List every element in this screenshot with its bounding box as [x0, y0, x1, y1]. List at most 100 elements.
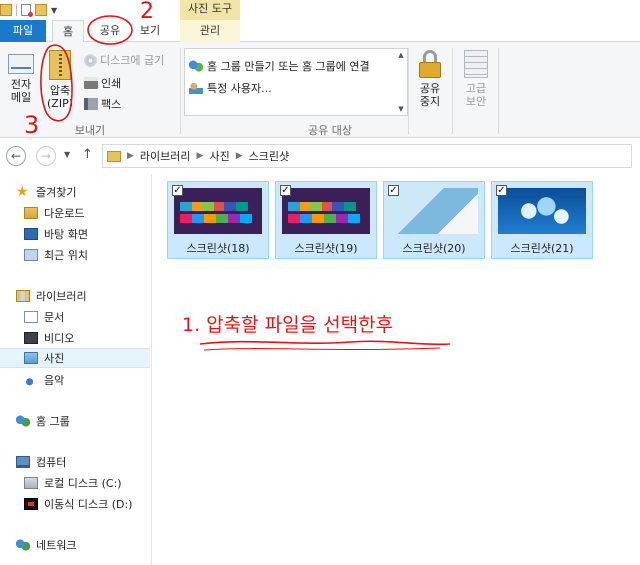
nav-label: 비디오 [44, 332, 75, 345]
zip-label-line2: (ZIP) [47, 97, 73, 110]
tab-manage[interactable]: 관리 [180, 20, 240, 42]
downloads-folder-icon [24, 207, 38, 219]
nav-removable-disk[interactable]: 이동식 디스크 (D:) [0, 494, 150, 514]
tab-share[interactable]: 공유 [92, 20, 128, 42]
file-checkbox[interactable]: ✓ [496, 185, 507, 196]
forward-button[interactable]: → [36, 146, 56, 166]
share-with-list: 홈 그룹 만들기 또는 홈 그룹에 연결 특정 사용자... ▲ ▼ [184, 48, 408, 116]
thumbnail-image [174, 188, 262, 234]
nav-libraries[interactable]: 라이브러리 [0, 286, 150, 306]
nav-favorites[interactable]: ★ 즐겨찾기 [0, 182, 150, 202]
folder-icon [107, 150, 121, 162]
share-homegroup-item[interactable]: 홈 그룹 만들기 또는 홈 그룹에 연결 [189, 58, 370, 74]
file-item[interactable]: ✓ 스크린샷(18) [167, 181, 269, 259]
network-icon [16, 539, 30, 551]
group-divider [498, 48, 499, 134]
nav-computer[interactable]: 컴퓨터 [0, 452, 150, 472]
annotation-step-3: 3 [24, 111, 40, 139]
file-checkbox[interactable]: ✓ [388, 185, 399, 196]
file-item[interactable]: ✓ 스크린샷(20) [383, 181, 485, 259]
navigation-pane: ★ 즐겨찾기 다운로드 바탕 화면 최근 위치 라이브러리 문서 비디오 사진 … [0, 174, 152, 565]
fax-label: 팩스 [101, 98, 122, 111]
nav-pictures[interactable]: 사진 [0, 348, 150, 368]
file-checkbox[interactable]: ✓ [280, 185, 291, 196]
nav-label: 로컬 디스크 (C:) [44, 477, 122, 490]
file-name: 스크린샷(20) [402, 242, 466, 255]
breadcrumb-pictures[interactable]: 사진 [209, 148, 229, 164]
ribbon-tabs: 파일 홈 공유 보기 관리 [0, 20, 640, 43]
burn-disc-label: 디스크에 굽기 [100, 54, 165, 67]
tab-file[interactable]: 파일 [0, 20, 46, 42]
hard-drive-icon [24, 477, 38, 489]
thumbnail-image [498, 188, 586, 234]
nav-videos[interactable]: 비디오 [0, 328, 150, 348]
videos-icon [24, 332, 38, 344]
file-checkbox[interactable]: ✓ [172, 185, 183, 196]
music-icon [24, 374, 38, 386]
fax-icon [84, 98, 98, 110]
share-group-label: 공유 대상 [308, 124, 352, 137]
email-button[interactable]: 전자 메일 [4, 54, 38, 104]
share-specific-people-label: 특정 사용자... [207, 82, 272, 95]
recent-locations-dropdown-icon[interactable]: ▼ [64, 150, 70, 159]
email-icon [8, 54, 34, 74]
nav-label: 다운로드 [44, 207, 85, 220]
breadcrumb-separator-icon[interactable]: ▶ [236, 151, 243, 161]
scroll-up-icon[interactable]: ▲ [398, 51, 403, 59]
share-specific-people-item[interactable]: 특정 사용자... [189, 80, 272, 96]
new-folder-icon[interactable] [35, 4, 47, 16]
annotation-step-1: 1. 압축할 파일을 선택한후 [182, 314, 394, 336]
nav-downloads[interactable]: 다운로드 [0, 203, 150, 223]
nav-label: 컴퓨터 [36, 456, 67, 469]
disc-icon [84, 53, 97, 67]
folder-icon[interactable] [0, 4, 12, 16]
breadcrumb-separator-icon[interactable]: ▶ [197, 151, 204, 161]
nav-recent-places[interactable]: 최근 위치 [0, 245, 150, 265]
nav-music[interactable]: 음악 [0, 370, 150, 390]
burn-disc-button[interactable]: 디스크에 굽기 [84, 52, 164, 68]
scroll-down-icon[interactable]: ▼ [398, 105, 403, 113]
zip-label-line1: 압축 [49, 84, 71, 97]
printer-icon [84, 77, 98, 89]
nav-local-disk[interactable]: 로컬 디스크 (C:) [0, 473, 150, 493]
file-item[interactable]: ✓ 스크린샷(19) [275, 181, 377, 259]
file-name: 스크린샷(19) [294, 242, 358, 255]
zip-button[interactable]: 압축 (ZIP) [42, 50, 78, 110]
nav-desktop[interactable]: 바탕 화면 [0, 224, 150, 244]
thumbnail-image [390, 188, 478, 234]
advanced-security-button[interactable]: 고급 보안 [458, 50, 494, 108]
breadcrumb-separator-icon[interactable]: ▶ [127, 151, 134, 161]
homegroup-icon [16, 415, 30, 427]
nav-label: 이동식 디스크 (D:) [44, 498, 133, 511]
tab-home[interactable]: 홈 [52, 20, 84, 43]
share-homegroup-label: 홈 그룹 만들기 또는 홈 그룹에 연결 [207, 60, 370, 73]
title-bar: ▼ 사진 도구 [0, 0, 640, 20]
stop-sharing-button[interactable]: 공유 중지 [412, 50, 448, 108]
file-item[interactable]: ✓ 스크린샷(21) [491, 181, 593, 259]
back-button[interactable]: ← [6, 146, 26, 166]
breadcrumb-libraries[interactable]: 라이브러리 [140, 148, 191, 164]
address-bar[interactable]: ▶ 라이브러리 ▶ 사진 ▶ 스크린샷 [102, 144, 632, 168]
documents-icon [24, 311, 38, 323]
desktop-icon [24, 228, 38, 240]
customize-dropdown-icon[interactable]: ▼ [51, 6, 57, 15]
removable-drive-icon [24, 498, 38, 510]
nav-network[interactable]: 네트워크 [0, 535, 150, 555]
print-button[interactable]: 인쇄 [84, 75, 121, 91]
nav-homegroup[interactable]: 홈 그룹 [0, 411, 150, 431]
up-arrow-icon[interactable]: ↑ [82, 147, 93, 162]
nav-label: 라이브러리 [36, 290, 87, 303]
nav-label: 즐겨찾기 [36, 186, 77, 199]
navigation-bar: ← → ▼ ↑ ▶ 라이브러리 ▶ 사진 ▶ 스크린샷 [0, 140, 640, 172]
breadcrumb-screenshots[interactable]: 스크린샷 [249, 148, 289, 164]
contextual-tab-header: 사진 도구 [180, 0, 240, 20]
properties-icon[interactable] [21, 4, 33, 17]
people-icon [189, 82, 203, 94]
fax-button[interactable]: 팩스 [84, 96, 121, 112]
pictures-icon [24, 352, 38, 364]
forward-arrow-icon: → [40, 149, 52, 163]
share-list-scroller[interactable]: ▲ ▼ [396, 51, 406, 113]
nav-documents[interactable]: 문서 [0, 307, 150, 327]
email-label-line1: 전자 [10, 78, 32, 91]
quick-access-toolbar: ▼ [0, 2, 57, 18]
